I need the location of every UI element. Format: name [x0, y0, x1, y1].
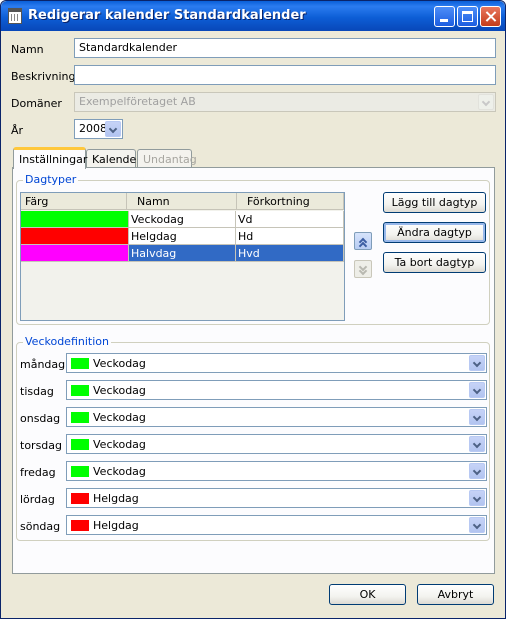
cancel-button[interactable]: Avbryt: [417, 584, 494, 605]
weekday-label: måndag: [20, 358, 66, 371]
chevron-down-icon: [472, 466, 482, 476]
weekday-label: onsdag: [20, 412, 61, 425]
weekday-daytype-value: Helgdag: [93, 519, 139, 532]
weekday-daytype-value: Veckodag: [93, 438, 146, 451]
color-cell: [21, 228, 129, 245]
tab-undantag: Undantag: [137, 149, 197, 169]
chevron-down-icon: [472, 358, 482, 368]
remove-daytype-button[interactable]: Ta bort dagtyp: [383, 252, 486, 273]
weekday-label: lördag: [20, 493, 55, 506]
weekday-daytype-select[interactable]: Veckodag: [66, 461, 487, 481]
edit-calendar-dialog: Redigerar kalender Standardkalender Namn…: [0, 0, 506, 619]
abbreviation-cell: Hvd: [236, 245, 344, 262]
year-select[interactable]: 2008: [74, 119, 123, 139]
weekday-daytype-select[interactable]: Veckodag: [66, 407, 487, 427]
chevron-down-icon: [108, 124, 118, 134]
name-input[interactable]: Standardkalender: [74, 38, 496, 58]
weekday-daytype-value: Veckodag: [93, 465, 146, 478]
calendar-icon: [8, 8, 22, 24]
table-header: Färg Namn Förkortning: [21, 193, 344, 210]
table-row[interactable]: Veckodag Vd: [21, 211, 344, 228]
name-cell: Halvdag: [129, 245, 236, 262]
weekday-label: fredag: [20, 466, 56, 479]
daytype-color-swatch: [71, 385, 89, 396]
weekday-daytype-select[interactable]: Veckodag: [66, 353, 487, 373]
year-label: År: [11, 124, 24, 137]
weekday-daytype-select[interactable]: Veckodag: [66, 434, 487, 454]
chevron-down-icon: [472, 385, 482, 395]
abbreviation-cell: Vd: [236, 211, 344, 228]
chevron-down-icon: [472, 520, 482, 530]
chevron-down-icon: [472, 412, 482, 422]
name-cell: Veckodag: [129, 211, 236, 228]
weekday-dropdown-arrow[interactable]: [469, 463, 485, 479]
ok-button[interactable]: OK: [329, 584, 406, 605]
daytype-color-swatch: [71, 520, 89, 531]
title-bar[interactable]: Redigerar kalender Standardkalender: [1, 1, 505, 31]
table-row[interactable]: Halvdag Hvd: [21, 245, 344, 262]
edit-daytype-button[interactable]: Ändra dagtyp: [383, 222, 486, 243]
tab-installningar[interactable]: Inställningar: [13, 147, 87, 169]
description-input[interactable]: [74, 65, 496, 85]
weekday-label: torsdag: [20, 439, 63, 452]
maximize-button[interactable]: [457, 6, 478, 27]
close-button[interactable]: [480, 6, 501, 27]
year-dropdown-arrow[interactable]: [105, 121, 121, 137]
weekday-daytype-select[interactable]: Veckodag: [66, 380, 487, 400]
domains-label: Domäner: [11, 97, 62, 110]
weekday-daytype-value: Veckodag: [93, 411, 146, 424]
weekday-daytype-select[interactable]: Helgdag: [66, 488, 487, 508]
weekday-dropdown-arrow[interactable]: [469, 436, 485, 452]
chevron-down-icon: [472, 439, 482, 449]
minimize-button[interactable]: [434, 6, 455, 27]
weekday-daytype-value: Helgdag: [93, 492, 139, 505]
domains-value: Exempelföretaget AB: [79, 95, 196, 108]
color-cell: [21, 211, 129, 228]
name-label: Namn: [11, 43, 44, 56]
year-value: 2008: [79, 122, 107, 135]
daytype-color-swatch: [71, 439, 89, 450]
column-header-color[interactable]: Färg: [21, 193, 127, 210]
description-label: Beskrivning: [11, 70, 76, 83]
weekday-label: söndag: [20, 520, 61, 533]
weekday-daytype-value: Veckodag: [93, 384, 146, 397]
weekday-dropdown-arrow[interactable]: [469, 382, 485, 398]
daytype-color-swatch: [71, 493, 89, 504]
domains-select: Exempelföretaget AB: [74, 92, 496, 112]
table-row[interactable]: Helgdag Hd: [21, 228, 344, 245]
weekday-daytype-select[interactable]: Helgdag: [66, 515, 487, 535]
maximize-icon: [462, 11, 473, 22]
daytype-color-swatch: [71, 466, 89, 477]
window-title: Redigerar kalender Standardkalender: [28, 8, 306, 23]
weekday-dropdown-arrow[interactable]: [469, 355, 485, 371]
name-cell: Helgdag: [129, 228, 236, 245]
move-up-button[interactable]: [354, 232, 372, 251]
weekday-daytype-value: Veckodag: [93, 357, 146, 370]
daytype-color-swatch: [71, 412, 89, 423]
move-down-button: [354, 260, 372, 278]
domains-dropdown-arrow: [478, 94, 494, 110]
add-daytype-button[interactable]: Lägg till dagtyp: [383, 192, 486, 213]
abbreviation-cell: Hd: [236, 228, 344, 245]
minimize-icon: [440, 19, 448, 22]
column-header-abbreviation[interactable]: Förkortning: [237, 193, 344, 210]
daytypes-table[interactable]: Färg Namn Förkortning Veckodag Vd Helgda…: [20, 192, 345, 321]
tab-kalender[interactable]: Kalender: [86, 149, 141, 169]
chevron-down-icon: [472, 493, 482, 503]
weekday-label: tisdag: [20, 385, 54, 398]
weekday-dropdown-arrow[interactable]: [469, 490, 485, 506]
daytype-color-swatch: [71, 358, 89, 369]
chevron-down-icon: [481, 97, 491, 107]
color-cell: [21, 245, 129, 262]
column-header-name[interactable]: Namn: [127, 193, 237, 210]
daytypes-group-title: Dagtyper: [23, 173, 79, 186]
weekday-dropdown-arrow[interactable]: [469, 409, 485, 425]
weekday-dropdown-arrow[interactable]: [469, 517, 485, 533]
week-definition-group-title: Veckodefinition: [23, 335, 111, 348]
